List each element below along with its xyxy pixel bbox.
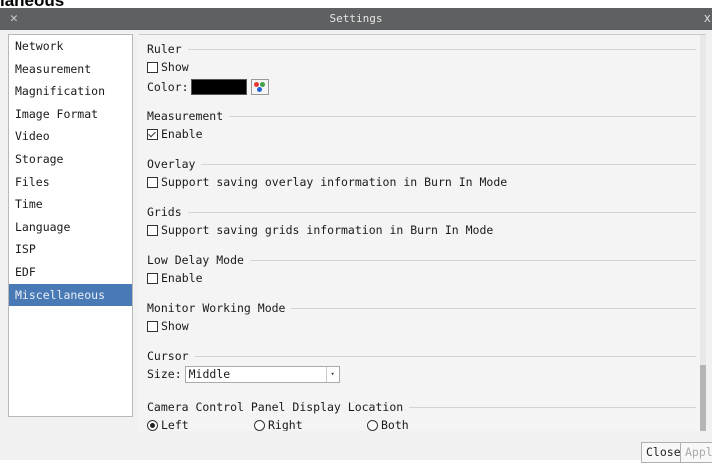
sidebar-item-files[interactable]: Files [9,171,132,194]
cursor-size-value: Middle [188,366,231,381]
window-titlebar[interactable]: ✕ Settings x [0,8,712,30]
radio-left-indicator[interactable] [147,419,158,431]
sidebar-item-measurement[interactable]: Measurement [9,58,132,81]
measurement-section-title: Measurement [147,109,230,123]
radio-both-label: Both [381,418,409,431]
settings-content-panel: Ruler Show Color: Measurement Enable Ove… [139,34,706,431]
camera-panel-section: Camera Control Panel Display Location Le… [147,399,696,431]
low-delay-enable-label: Enable [161,271,203,285]
content-scrollbar[interactable] [700,35,706,431]
cursor-size-row: Size: Middle ▾ [147,364,696,384]
window-title: Settings [329,12,383,25]
cursor-size-select[interactable]: Middle ▾ [184,365,340,383]
sidebar-item-miscellaneous[interactable]: Miscellaneous [9,283,132,307]
measurement-section: Measurement Enable [147,108,696,144]
grids-section-title: Grids [147,205,188,219]
radio-both-indicator[interactable] [367,419,378,431]
sidebar-item-isp[interactable]: ISP [9,238,132,261]
monitor-mode-section-title: Monitor Working Mode [147,301,292,315]
radio-left-label: Left [161,418,189,431]
sidebar-item-magnification[interactable]: Magnification [9,80,132,103]
cursor-section: Cursor Size: Middle ▾ [147,348,696,384]
radio-left[interactable]: Left [147,415,254,431]
camera-panel-options-row: Left Right Both [147,415,696,431]
scrollbar-thumb[interactable] [700,365,706,431]
settings-category-list: Network Measurement Magnification Image … [8,34,133,417]
color-palette-icon[interactable] [250,79,269,95]
camera-panel-section-title: Camera Control Panel Display Location [147,400,410,414]
measurement-enable-row[interactable]: Enable [147,124,696,144]
sidebar-item-video[interactable]: Video [9,125,132,148]
ruler-section-title: Ruler [147,42,188,56]
radio-both[interactable]: Both [367,415,409,431]
grids-section: Grids Support saving grids information i… [147,204,696,240]
low-delay-enable-checkbox[interactable] [147,272,158,284]
radio-right-indicator[interactable] [254,419,265,431]
overlay-section-title: Overlay [147,157,202,171]
sidebar-item-language[interactable]: Language [9,216,132,239]
radio-right-label: Right [268,418,303,431]
cursor-section-title: Cursor [147,349,195,363]
ruler-color-swatch[interactable] [190,79,247,95]
ruler-section: Ruler Show Color: [147,41,696,97]
radio-right[interactable]: Right [254,415,367,431]
chevron-down-icon[interactable]: ▾ [325,366,339,382]
monitor-show-row[interactable]: Show [147,316,696,336]
low-delay-section: Low Delay Mode Enable [147,252,696,288]
monitor-mode-section: Monitor Working Mode Show [147,300,696,336]
sidebar-item-storage[interactable]: Storage [9,148,132,171]
sidebar-item-network[interactable]: Network [9,35,132,58]
sidebar-item-time[interactable]: Time [9,193,132,216]
settings-dialog: Network Measurement Magnification Image … [0,30,712,463]
sidebar-item-image-format[interactable]: Image Format [9,103,132,126]
sidebar-item-edf[interactable]: EDF [9,261,132,284]
ruler-color-label: Color: [147,80,189,94]
overlay-option-row[interactable]: Support saving overlay information in Bu… [147,172,696,192]
grids-option-row[interactable]: Support saving grids information in Burn… [147,220,696,240]
low-delay-enable-row[interactable]: Enable [147,268,696,288]
ruler-color-row: Color: [147,77,696,97]
overlay-burn-in-checkbox[interactable] [147,176,158,188]
ruler-show-label: Show [161,60,189,74]
monitor-show-checkbox[interactable] [147,320,158,332]
overlay-section: Overlay Support saving overlay informati… [147,156,696,192]
monitor-show-label: Show [161,319,189,333]
cursor-size-label: Size: [147,367,182,381]
measurement-enable-checkbox[interactable] [147,128,158,140]
window-close-icon[interactable]: x [704,11,711,25]
ruler-show-checkbox[interactable] [147,61,158,73]
measurement-enable-label: Enable [161,127,203,141]
grids-option-label: Support saving grids information in Burn… [161,223,494,237]
grids-burn-in-checkbox[interactable] [147,224,158,236]
ruler-show-row[interactable]: Show [147,57,696,77]
low-delay-section-title: Low Delay Mode [147,253,250,267]
overlay-option-label: Support saving overlay information in Bu… [161,175,508,189]
